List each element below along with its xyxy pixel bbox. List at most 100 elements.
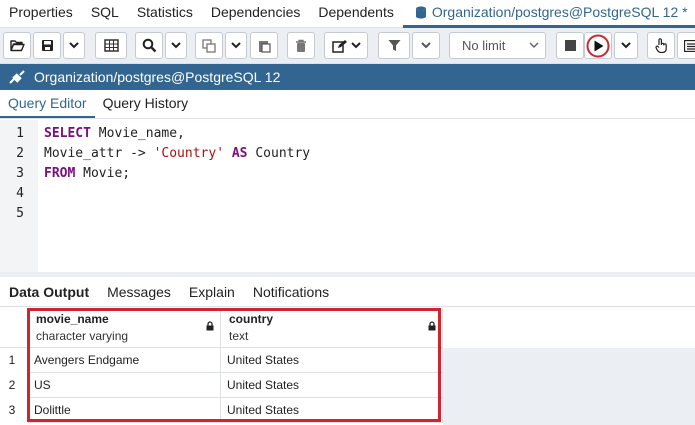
- sql-token: Movie_name,: [90, 126, 185, 141]
- lock-icon: [428, 321, 436, 331]
- tab-notifications[interactable]: Notifications: [244, 284, 338, 300]
- chevron-down-icon: [529, 42, 539, 49]
- cell-movie-name[interactable]: US: [28, 373, 221, 398]
- trash-icon: [296, 39, 306, 52]
- chevron-down-icon: [171, 42, 181, 49]
- copy-icon: [202, 38, 216, 53]
- tab-sql[interactable]: SQL: [82, 0, 128, 28]
- sql-keyword: SELECT: [44, 126, 91, 141]
- tab-statistics[interactable]: Statistics: [128, 0, 202, 28]
- chevron-down-icon: [231, 42, 241, 49]
- lock-icon: [206, 321, 214, 331]
- copy-dropdown-button[interactable]: [225, 32, 247, 59]
- code-line: Movie_attr -> 'Country' AS Country: [44, 146, 310, 161]
- tab-query-tool[interactable]: Organization/postgres@PostgreSQL 12 *: [402, 0, 695, 28]
- sql-editor[interactable]: 1 2 3 4 5 SELECT Movie_name, Movie_attr -> 'C…: [0, 120, 695, 272]
- column-header-country[interactable]: country text: [221, 308, 443, 348]
- sql-keyword: AS: [231, 146, 248, 161]
- connection-plug-icon: [9, 70, 25, 84]
- filter-icon: [388, 40, 400, 51]
- tab-query-history[interactable]: Query History: [95, 90, 197, 118]
- query-toolbar: No limit: [0, 28, 695, 64]
- line-number: 1: [16, 126, 24, 141]
- column-name: country: [229, 312, 274, 326]
- cell-country[interactable]: United States: [221, 373, 443, 398]
- tab-messages[interactable]: Messages: [98, 284, 180, 300]
- chevron-down-icon: [421, 42, 431, 49]
- data-output-grid: movie_name character varying country tex…: [0, 308, 695, 425]
- filter-button[interactable]: [378, 32, 410, 59]
- tab-dependencies[interactable]: Dependencies: [202, 0, 310, 28]
- chevron-down-icon: [350, 42, 361, 49]
- tab-data-output[interactable]: Data Output: [0, 284, 98, 300]
- play-icon: [586, 34, 610, 57]
- tab-properties[interactable]: Properties: [0, 0, 82, 28]
- query-tool-tab-label: Organization/postgres@PostgreSQL 12 *: [431, 3, 688, 20]
- row-limit-value: No limit: [462, 38, 506, 53]
- row-number-header[interactable]: [0, 308, 28, 348]
- line-number: 5: [16, 206, 24, 221]
- find-button[interactable]: [135, 32, 163, 59]
- paste-icon: [259, 40, 271, 53]
- execute-button[interactable]: [584, 32, 612, 59]
- filter-dropdown-button[interactable]: [412, 32, 440, 59]
- line-number-gutter: 1 2 3 4 5: [0, 120, 38, 272]
- result-tab-bar: Data Output Messages Explain Notificatio…: [0, 277, 695, 307]
- save-icon: [41, 40, 53, 51]
- cell-country[interactable]: United States: [221, 348, 443, 373]
- line-number: 3: [16, 166, 24, 181]
- toggle-grid-button[interactable]: [95, 32, 127, 59]
- column-name: movie_name: [36, 312, 109, 326]
- line-number: 2: [16, 146, 24, 161]
- row-number: 3: [8, 403, 16, 417]
- connection-bar[interactable]: Organization/postgres@PostgreSQL 12: [0, 64, 695, 90]
- chevron-down-icon: [621, 42, 631, 49]
- delete-button[interactable]: [287, 32, 315, 59]
- save-dropdown-button[interactable]: [63, 32, 85, 59]
- panel-tab-bar: Properties SQL Statistics Dependencies D…: [0, 0, 695, 28]
- cell-country[interactable]: United States: [221, 398, 443, 423]
- connection-label: Organization/postgres@PostgreSQL 12: [34, 69, 281, 85]
- row-number: 1: [8, 353, 16, 367]
- sql-string: 'Country': [153, 146, 225, 161]
- save-button[interactable]: [33, 32, 61, 59]
- open-file-button[interactable]: [3, 32, 31, 59]
- execute-dropdown-button[interactable]: [614, 32, 638, 59]
- tab-dependents[interactable]: Dependents: [309, 0, 403, 28]
- sql-token: Movie;: [75, 166, 131, 181]
- stop-button[interactable]: [556, 32, 584, 59]
- row-limit-select[interactable]: No limit: [449, 32, 546, 59]
- stop-icon: [564, 40, 576, 51]
- column-type: character varying: [36, 329, 129, 343]
- paste-button[interactable]: [250, 32, 278, 59]
- chevron-down-icon: [69, 42, 79, 49]
- copy-button[interactable]: [195, 32, 223, 59]
- edit-icon: [331, 39, 347, 53]
- sql-token: Movie_attr ->: [44, 146, 154, 161]
- database-icon: [415, 6, 426, 18]
- code-line: FROM Movie;: [44, 166, 130, 181]
- column-header-movie-name[interactable]: movie_name character varying: [28, 308, 221, 348]
- cell-movie-name[interactable]: Avengers Endgame: [28, 348, 221, 373]
- grid-icon: [103, 39, 119, 52]
- sql-token: Country: [247, 146, 311, 161]
- sql-keyword: FROM: [44, 166, 76, 181]
- row-number: 2: [8, 378, 16, 392]
- line-number: 4: [16, 186, 24, 201]
- hand-pointer-icon: [654, 38, 667, 53]
- rollback-button[interactable]: [677, 32, 695, 59]
- find-dropdown-button[interactable]: [165, 32, 187, 59]
- editor-tab-bar: Query Editor Query History: [0, 90, 695, 119]
- pgadmin-query-tool: Properties SQL Statistics Dependencies D…: [0, 0, 695, 425]
- column-type: text: [229, 329, 249, 343]
- list-icon: [684, 39, 695, 52]
- tab-explain[interactable]: Explain: [180, 284, 244, 300]
- search-icon: [142, 38, 156, 53]
- grid-empty-area: [443, 348, 695, 425]
- cell-movie-name[interactable]: Dolittle: [28, 398, 221, 423]
- commit-button[interactable]: [647, 32, 675, 59]
- edit-dropdown-button[interactable]: [324, 32, 368, 59]
- code-line: SELECT Movie_name,: [44, 126, 185, 141]
- tab-query-editor[interactable]: Query Editor: [0, 90, 95, 118]
